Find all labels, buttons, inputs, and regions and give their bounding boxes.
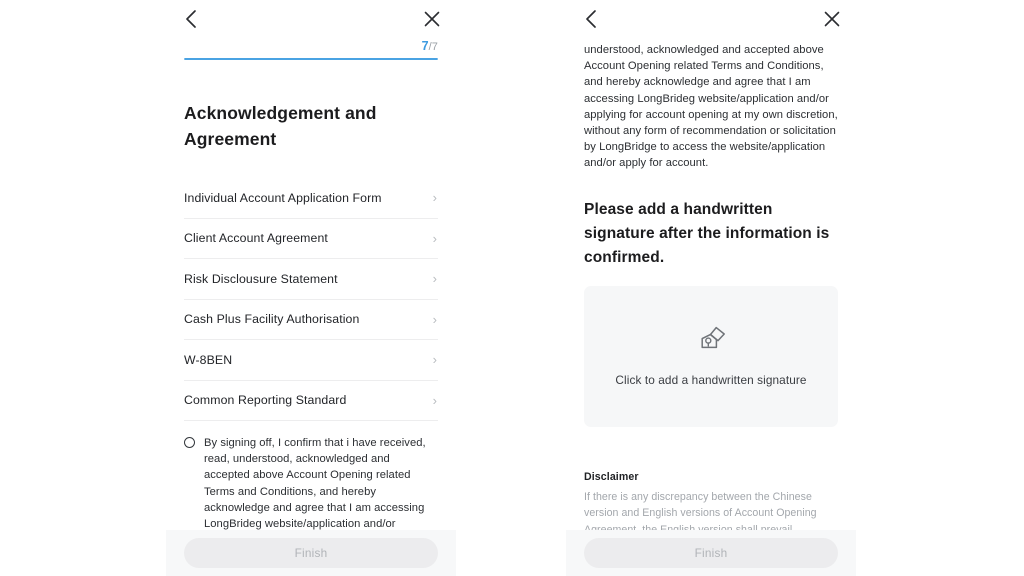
signature-screen: understood, acknowledged and accepted ab…: [566, 0, 856, 576]
list-item-label: W-8BEN: [184, 352, 233, 367]
chevron-right-icon: ›: [432, 190, 437, 206]
list-item-label: Cash Plus Facility Authorisation: [184, 312, 360, 327]
continued-consent-text: understood, acknowledged and accepted ab…: [584, 44, 838, 170]
chevron-right-icon: ›: [432, 352, 437, 368]
finish-button[interactable]: Finish: [184, 538, 438, 568]
chevron-right-icon: ›: [432, 230, 437, 246]
screenshot-stage: 7/7 Acknowledgement and Agreement Indivi…: [0, 0, 1024, 576]
chevron-left-icon[interactable]: [578, 7, 602, 31]
list-item[interactable]: Cash Plus Facility Authorisation ›: [184, 300, 438, 340]
left-footer: Finish: [166, 530, 456, 576]
list-item-label: Risk Disclousure Statement: [184, 271, 338, 286]
right-topbar: [566, 0, 856, 38]
disclaimer-title: Disclaimer: [584, 470, 639, 483]
chevron-right-icon: ›: [432, 392, 437, 408]
left-topbar: [166, 0, 456, 38]
close-icon[interactable]: [820, 7, 844, 31]
right-footer: Finish: [566, 530, 856, 576]
agreement-list-screen: 7/7 Acknowledgement and Agreement Indivi…: [166, 0, 456, 576]
list-item-label: Individual Account Application Form: [184, 190, 382, 205]
list-item[interactable]: Risk Disclousure Statement ›: [184, 259, 438, 300]
list-item[interactable]: Common Reporting Standard ›: [184, 381, 438, 421]
step-total: /7: [428, 41, 438, 53]
consent-checkbox[interactable]: [184, 437, 195, 448]
list-item-label: Common Reporting Standard: [184, 393, 347, 408]
step-counter: 7/7: [422, 38, 438, 55]
list-item[interactable]: Individual Account Application Form ›: [184, 178, 438, 219]
signature-heading: Please add a handwritten signature after…: [584, 200, 830, 266]
chevron-right-icon: ›: [432, 271, 437, 287]
page-title: Acknowledgement and Agreement: [184, 103, 377, 149]
signature-cta-label: Click to add a handwritten signature: [615, 372, 807, 387]
list-item-label: Client Account Agreement: [184, 231, 328, 246]
chevron-left-icon[interactable]: [178, 7, 202, 31]
agreement-document-list: Individual Account Application Form › Cl…: [184, 178, 438, 421]
list-item[interactable]: Client Account Agreement ›: [184, 219, 438, 259]
chevron-right-icon: ›: [432, 311, 437, 327]
progress-track: [184, 58, 438, 60]
signature-dropzone[interactable]: Click to add a handwritten signature: [584, 285, 838, 427]
progress-fill: [184, 58, 438, 60]
step-current: 7: [421, 39, 429, 53]
close-icon[interactable]: [420, 7, 444, 31]
finish-button[interactable]: Finish: [584, 538, 838, 568]
step-progress: 7/7: [184, 38, 438, 62]
disclaimer-block: Disclaimer If there is any discrepancy b…: [584, 471, 838, 539]
signature-stamp-icon: [697, 326, 726, 352]
list-item[interactable]: W-8BEN ›: [184, 340, 438, 381]
